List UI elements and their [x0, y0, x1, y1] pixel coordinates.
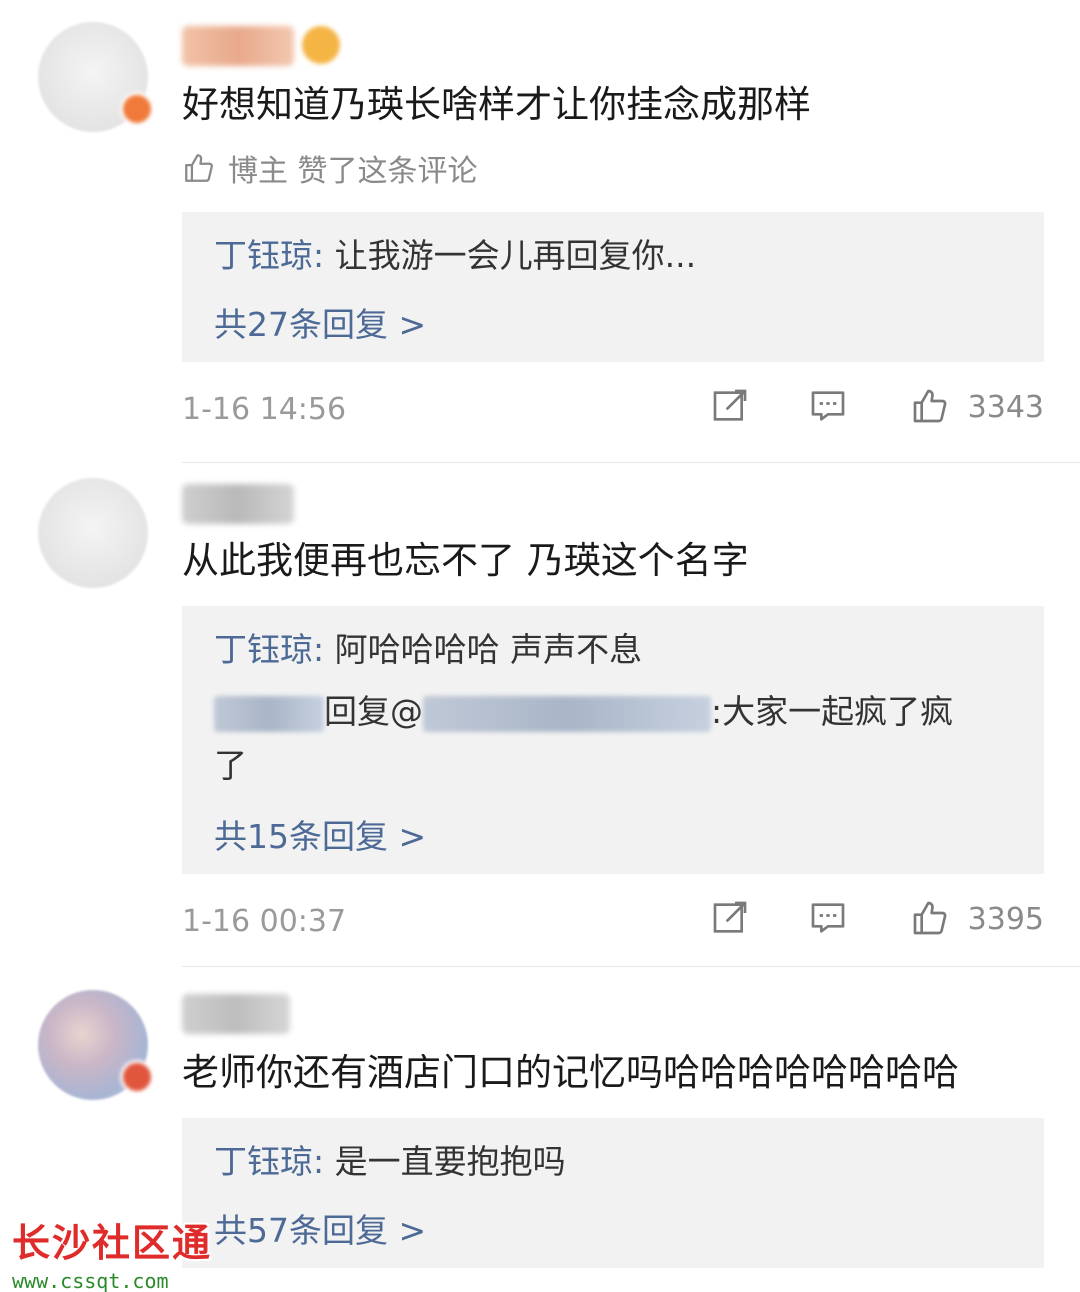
like-count: 3395	[967, 902, 1044, 937]
comment-icon[interactable]	[808, 386, 848, 426]
share-icon[interactable]	[710, 898, 750, 938]
like-count: 3343	[967, 390, 1044, 425]
comment-meta: 1-16 14:56 3343	[182, 386, 1044, 436]
watermark: 长沙社区通 www.cssqt.com	[12, 1212, 212, 1292]
username[interactable]	[182, 994, 290, 1034]
share-icon[interactable]	[710, 386, 750, 426]
comment-text: 从此我便再也忘不了 乃瑛这个名字	[182, 539, 749, 582]
avatar[interactable]	[38, 990, 154, 1100]
comment-icon[interactable]	[808, 898, 848, 938]
username[interactable]	[182, 26, 294, 66]
thumbs-up-icon[interactable]	[910, 386, 950, 426]
reply-text: 阿哈哈哈哈 声声不息	[334, 630, 643, 669]
thumbs-up-icon	[185, 154, 213, 182]
vip-badge-icon	[302, 26, 340, 64]
verified-badge-icon	[120, 92, 154, 126]
reply-mention-prefix: 回复@	[324, 692, 423, 731]
reply-item: 回复@ :大家一起疯了疯	[214, 690, 953, 734]
reply-text: 让我游一会儿再回复你...	[334, 236, 697, 275]
timestamp: 1-16 00:37	[182, 904, 347, 939]
reply-separator: :	[313, 630, 335, 669]
author-liked-label: 博主 赞了这条评论	[182, 146, 478, 190]
liked-text: 博主 赞了这条评论	[228, 154, 478, 189]
more-replies-link[interactable]: 共15条回复 >	[214, 810, 426, 858]
reply-box[interactable]: 丁钰琼: 阿哈哈哈哈 声声不息 回复@ :大家一起疯了疯 了 共15条回复 >	[182, 606, 1044, 874]
reply-item: 丁钰琼: 阿哈哈哈哈 声声不息	[214, 628, 642, 672]
reply-box[interactable]: 丁钰琼: 是一直要抱抱吗 共57条回复 >	[182, 1118, 1044, 1268]
reply-wrap-text: 了	[214, 746, 247, 785]
thumbs-up-icon[interactable]	[910, 898, 950, 938]
reply-separator: :	[313, 1142, 335, 1181]
comment-meta: 1-16 00:37 3395	[182, 898, 1044, 948]
timestamp: 1-16 14:56	[182, 392, 347, 427]
reply-author[interactable]: 丁钰琼	[214, 236, 313, 275]
avatar[interactable]	[38, 22, 154, 132]
reply-author[interactable]: 丁钰琼	[214, 630, 313, 669]
reply-text: :大家一起疯了疯	[711, 692, 954, 731]
divider	[182, 462, 1080, 463]
comment-text: 老师你还有酒店门口的记忆吗哈哈哈哈哈哈哈哈	[182, 1051, 959, 1094]
divider	[182, 966, 1080, 967]
watermark-title: 长沙社区通	[12, 1221, 213, 1265]
watermark-url: www.cssqt.com	[12, 1269, 169, 1292]
more-replies-link[interactable]: 共27条回复 >	[214, 298, 426, 346]
reply-box[interactable]: 丁钰琼: 让我游一会儿再回复你... 共27条回复 >	[182, 212, 1044, 362]
reply-separator: :	[313, 236, 335, 275]
reply-item: 丁钰琼: 是一直要抱抱吗	[214, 1140, 566, 1184]
avatar[interactable]	[38, 478, 148, 588]
comment-text: 好想知道乃瑛长啥样才让你挂念成那样	[182, 83, 811, 126]
more-replies-link[interactable]: 共57条回复 >	[214, 1204, 426, 1252]
verified-badge-icon	[120, 1060, 154, 1094]
blurred-mention[interactable]	[423, 695, 711, 732]
reply-author[interactable]: 丁钰琼	[214, 1142, 313, 1181]
username[interactable]	[182, 484, 294, 524]
reply-text: 是一直要抱抱吗	[334, 1142, 566, 1181]
blurred-username[interactable]	[214, 695, 324, 732]
reply-item: 丁钰琼: 让我游一会儿再回复你...	[214, 234, 696, 278]
